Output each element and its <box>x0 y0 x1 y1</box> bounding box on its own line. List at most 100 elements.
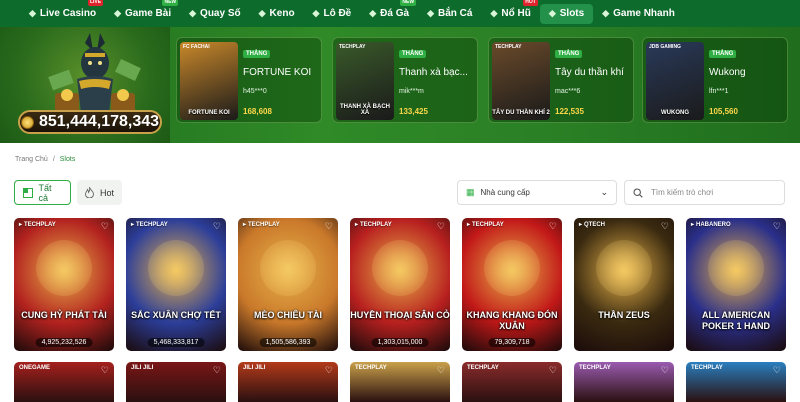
heart-icon[interactable]: ♡ <box>549 221 557 232</box>
win-tag: THẮNG <box>399 50 427 58</box>
game-card[interactable]: TECHPLAY ♡ <box>462 362 562 402</box>
heart-icon[interactable]: ♡ <box>101 365 109 376</box>
game-provider-label: TECHPLAY <box>472 221 504 228</box>
nav-item-8[interactable]: ◆ Slots <box>539 3 594 24</box>
heart-icon[interactable]: ♡ <box>773 365 781 376</box>
nav-item-label: Đá Gà <box>380 8 410 19</box>
nav-item-label: Nổ Hũ <box>501 8 531 19</box>
game-provider-label: TECHPLAY <box>136 221 168 228</box>
game-card[interactable]: ▸ TECHPLAY ♡ CUNG HỶ PHÁT TÀI 4,925,232,526 <box>14 218 114 351</box>
game-provider: ▸ TECHPLAY <box>355 221 392 229</box>
winner-provider: TECHPLAY <box>495 44 522 50</box>
grid-icon <box>23 187 33 198</box>
play-icon: ▸ <box>579 222 583 228</box>
game-art <box>148 240 204 296</box>
nav-item-6[interactable]: ◆ Bắn Cá <box>418 0 481 27</box>
winner-game-thumb: TECHPLAY TÂY DU THẦN KHÍ 2 <box>492 42 550 120</box>
nav-item-label: Game Bài <box>124 8 172 19</box>
game-art <box>36 240 92 296</box>
nav-badge: NEW <box>400 0 417 6</box>
heart-icon[interactable]: ♡ <box>213 365 221 376</box>
provider-select[interactable]: ▦ Nhà cung cấp ⌄ <box>457 180 617 205</box>
game-provider: ONEGAME <box>19 365 51 371</box>
heart-icon[interactable]: ♡ <box>661 365 669 376</box>
game-card[interactable]: TECHPLAY ♡ <box>574 362 674 402</box>
game-provider: TECHPLAY <box>355 365 387 371</box>
winner-amount: 105,560 <box>709 107 738 116</box>
nav-item-9[interactable]: ◆ Game Nhanh <box>593 0 684 27</box>
nav-item-7[interactable]: ◆ Nổ Hũ HOT <box>481 0 539 27</box>
heart-icon[interactable]: ♡ <box>437 221 445 232</box>
nav-item-0[interactable]: ◆ Live Casino LIVE <box>20 0 105 27</box>
heart-icon[interactable]: ♡ <box>773 221 781 232</box>
nav-badge: NEW <box>162 0 179 6</box>
search-icon <box>633 187 643 198</box>
search-box <box>624 180 785 205</box>
filter-all-button[interactable]: Tất cả <box>14 180 71 205</box>
winner-provider: FC FACHAI <box>183 44 210 50</box>
win-tag: THẮNG <box>243 50 271 58</box>
nav-item-3[interactable]: ◆ Keno <box>250 0 304 27</box>
game-card[interactable]: ONEGAME ♡ <box>14 362 114 402</box>
game-provider: JILI JILI <box>243 365 266 371</box>
filter-hot-button[interactable]: Hot <box>77 180 122 205</box>
jackpot-amount: 851,444,178,343 <box>38 113 160 130</box>
winner-game-name: Tây du thần khí <box>555 67 624 78</box>
game-title: HUYỀN THOẠI SÂN CỎ <box>350 310 450 320</box>
game-card[interactable]: ▸ TECHPLAY ♡ SẮC XUÂN CHỢ TẾT 5,468,333,817 <box>126 218 226 351</box>
breadcrumb-home[interactable]: Trang Chủ <box>15 156 48 163</box>
play-icon: ▸ <box>131 222 135 228</box>
winner-provider: TECHPLAY <box>339 44 366 50</box>
play-icon: ▸ <box>355 222 359 228</box>
game-card[interactable]: ▸ TECHPLAY ♡ KHANG KHANG ĐÓN XUÂN 79,309,718 <box>462 218 562 351</box>
heart-icon[interactable]: ♡ <box>325 365 333 376</box>
chevron-down-icon: ⌄ <box>600 187 608 197</box>
winner-card[interactable]: FC FACHAI FORTUNE KOI THẮNG FORTUNE KOI h45*… <box>176 37 322 123</box>
winner-card[interactable]: JDB GAMING WUKONG THẮNG Wukong lfn***1 105,56… <box>642 37 788 123</box>
nav-item-label: Live Casino <box>39 8 97 19</box>
game-card[interactable]: JILI JILI ♡ <box>238 362 338 402</box>
game-title: KHANG KHANG ĐÓN XUÂN <box>466 310 558 331</box>
nav-item-1[interactable]: ◆ Game Bài NEW <box>105 0 180 27</box>
game-card[interactable]: JILI JILI ♡ <box>126 362 226 402</box>
heart-icon[interactable]: ♡ <box>325 221 333 232</box>
heart-icon[interactable]: ♡ <box>437 365 445 376</box>
heart-icon[interactable]: ♡ <box>101 221 109 232</box>
keno-icon: ◆ <box>258 8 266 18</box>
game-art <box>484 240 540 296</box>
casino-chip-icon: ◆ <box>29 8 36 18</box>
heart-icon[interactable]: ♡ <box>213 221 221 232</box>
nav-item-2[interactable]: ◆ Quay Số <box>180 0 250 27</box>
game-card[interactable]: TECHPLAY ♡ <box>686 362 786 402</box>
game-title: ALL AMERICAN POKER 1 HAND <box>701 310 770 331</box>
winner-card[interactable]: TECHPLAY TÂY DU THẦN KHÍ 2 THẮNG Tây du thầ… <box>488 37 634 123</box>
game-card[interactable]: ▸ QTECH ♡ THẦN ZEUS <box>574 218 674 351</box>
nav-item-5[interactable]: ◆ Đá Gà NEW <box>360 0 418 27</box>
nav-item-label: Quay Số <box>200 8 241 19</box>
game-card[interactable]: ▸ TECHPLAY ♡ HUYỀN THOẠI SÂN CỎ 1,303,015,00… <box>350 218 450 351</box>
game-title: CUNG HỶ PHÁT TÀI <box>21 310 107 320</box>
winner-game-name: Thanh xà bạc... <box>399 67 468 78</box>
winner-thumb-caption: TÂY DU THẦN KHÍ 2 <box>492 110 550 116</box>
game-provider: ▸ TECHPLAY <box>467 221 504 229</box>
game-provider-label: QTECH <box>584 221 606 228</box>
heart-icon[interactable]: ♡ <box>661 221 669 232</box>
filter-hot-label: Hot <box>99 187 114 198</box>
game-jackpot: 1,505,586,393 <box>259 338 317 347</box>
winner-amount: 168,608 <box>243 107 272 116</box>
winner-game-thumb: FC FACHAI FORTUNE KOI <box>180 42 238 120</box>
winner-user: lfn***1 <box>709 88 729 95</box>
game-card[interactable]: TECHPLAY ♡ <box>350 362 450 402</box>
winner-game-name: Wukong <box>709 67 746 78</box>
game-provider: TECHPLAY <box>691 365 723 371</box>
play-icon: ▸ <box>691 222 695 228</box>
winner-card[interactable]: TECHPLAY THANH XÀ BẠCH XÀ THẮNG Thanh xà bạ… <box>332 37 478 123</box>
nav-item-4[interactable]: ◆ Lô Đề <box>304 0 361 27</box>
game-title: THẦN ZEUS <box>598 310 650 320</box>
lottery-icon: ◆ <box>189 8 197 18</box>
game-card[interactable]: ▸ TECHPLAY ♡ MÈO CHIÊU TÀI 1,505,586,393 <box>238 218 338 351</box>
game-card[interactable]: ▸ HABANERO ♡ ALL AMERICAN POKER 1 HAND <box>686 218 786 351</box>
game-provider: JILI JILI <box>131 365 154 371</box>
heart-icon[interactable]: ♡ <box>549 365 557 376</box>
search-input[interactable] <box>651 188 771 197</box>
